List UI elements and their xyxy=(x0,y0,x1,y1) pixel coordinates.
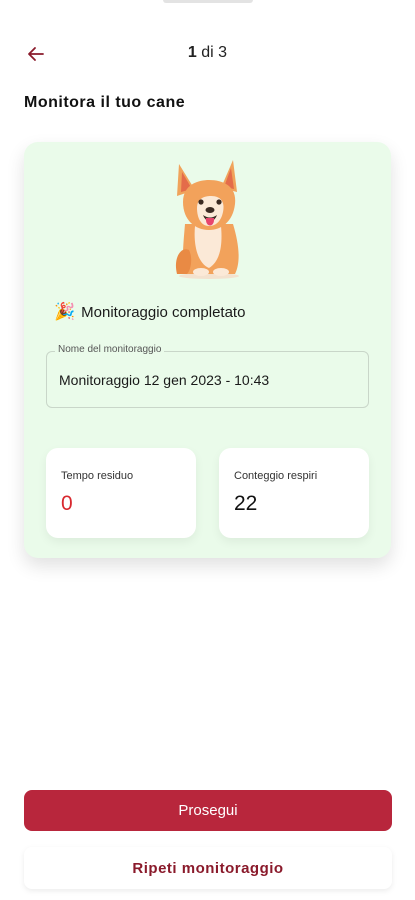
top-drag-handle xyxy=(163,0,253,3)
monitoring-name-field[interactable]: Nome del monitoraggio xyxy=(46,344,369,408)
step-indicator: 1 di 3 xyxy=(0,44,415,62)
breath-count-card: Conteggio respiri 22 xyxy=(219,448,369,538)
dog-illustration xyxy=(175,160,239,279)
header: 1 di 3 xyxy=(0,36,415,72)
remaining-time-value: 0 xyxy=(61,492,73,515)
page-title: Monitora il tuo cane xyxy=(24,94,186,111)
breath-count-value: 22 xyxy=(234,492,258,515)
status-message: 🎉 Monitoraggio completato xyxy=(54,302,245,322)
step-total: di 3 xyxy=(196,44,228,61)
monitoring-name-input[interactable] xyxy=(59,372,359,388)
breath-count-label: Conteggio respiri xyxy=(234,470,318,482)
status-text: Monitoraggio completato xyxy=(81,303,246,321)
remaining-time-label: Tempo residuo xyxy=(61,470,134,482)
step-current: 1 xyxy=(187,44,197,61)
continue-button[interactable]: Prosegui xyxy=(24,790,392,831)
repeat-monitoring-button[interactable]: Ripeti monitoraggio xyxy=(24,847,392,889)
remaining-time-card: Tempo residuo 0 xyxy=(46,448,196,538)
monitoring-name-label: Nome del monitoraggio xyxy=(55,344,165,355)
monitoring-card: 🎉 Monitoraggio completato Nome del monit… xyxy=(24,142,391,558)
party-popper-icon: 🎉 xyxy=(54,302,76,321)
